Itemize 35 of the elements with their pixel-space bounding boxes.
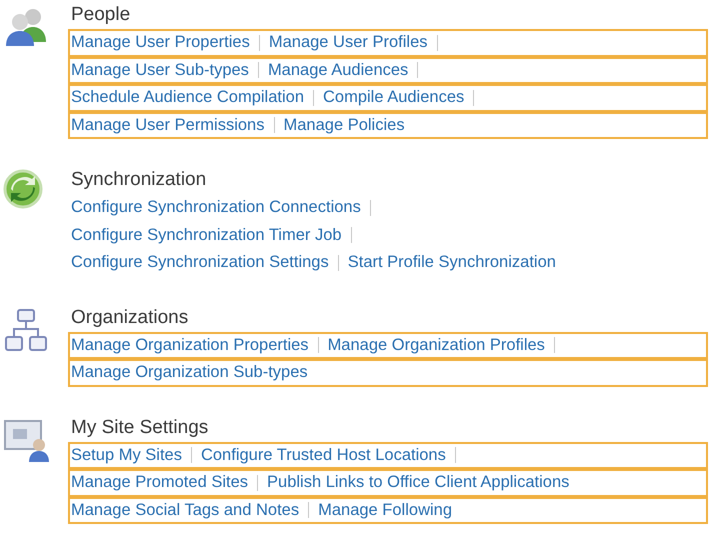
settings-link[interactable]: Manage Audiences (268, 58, 408, 83)
settings-link[interactable]: Manage Social Tags and Notes (71, 498, 300, 523)
settings-link[interactable]: Configure Synchronization Timer Job (71, 222, 342, 248)
settings-link[interactable]: Setup My Sites (71, 442, 182, 468)
section-title: Synchronization (71, 168, 206, 192)
link-separator (308, 502, 310, 518)
link-separator (258, 34, 260, 51)
settings-link[interactable]: Manage Organization Properties (71, 332, 309, 358)
link-separator (313, 90, 314, 106)
org-chart-icon (3, 306, 49, 352)
settings-link[interactable]: Manage User Properties (71, 30, 250, 56)
settings-link[interactable]: Configure Synchronization Settings (71, 250, 329, 276)
settings-link[interactable]: Publish Links to Office Client Applications (267, 470, 570, 496)
settings-link[interactable]: Manage Policies (284, 112, 405, 138)
settings-link[interactable]: Manage Promoted Sites (71, 470, 248, 496)
section-title: Organizations (71, 306, 188, 330)
settings-link[interactable]: Configure Trusted Host Locations (200, 442, 446, 468)
settings-link[interactable]: Manage User Profiles (268, 30, 428, 56)
settings-link[interactable]: Manage Organization Sub-types (71, 360, 308, 386)
section-title: People (71, 3, 130, 27)
link-separator (338, 254, 339, 271)
link-separator (257, 474, 258, 491)
settings-link[interactable]: Configure Synchronization Connections (71, 195, 361, 220)
settings-link[interactable]: Start Profile Synchronization (348, 250, 556, 276)
sync-icon (3, 169, 43, 209)
link-separator (258, 62, 259, 78)
link-separator (190, 447, 192, 464)
link-separator (318, 337, 319, 354)
settings-link[interactable]: Manage User Sub-types (71, 58, 249, 83)
settings-link[interactable]: Manage Following (318, 498, 452, 523)
settings-link[interactable]: Compile Audiences (323, 85, 464, 110)
section-title: My Site Settings (71, 416, 208, 440)
settings-link[interactable]: Manage Organization Profiles (328, 332, 545, 358)
settings-link[interactable]: Schedule Audience Compilation (71, 85, 304, 110)
settings-link[interactable]: Manage User Permissions (71, 112, 264, 138)
